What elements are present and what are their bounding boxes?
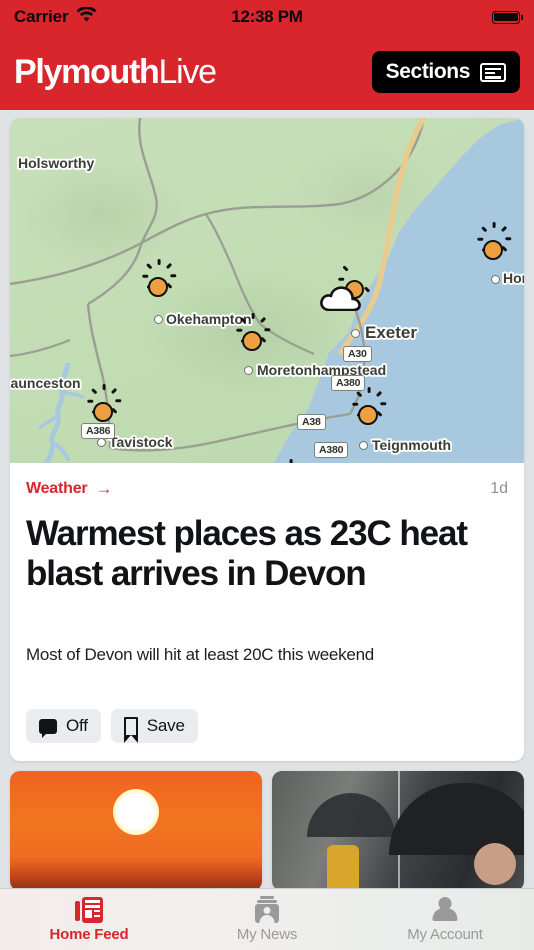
status-bar-right	[303, 10, 523, 24]
map-label-teignmouth: Teignmouth	[372, 437, 452, 453]
sections-menu-icon	[480, 62, 506, 82]
app-header: PlymouthLive Sections	[0, 34, 534, 110]
map-weather-sun-moretonhampstead	[235, 313, 271, 358]
article-headline[interactable]: Warmest places as 23C heat blast arrives…	[26, 514, 508, 593]
tab-home-feed-label: Home Feed	[49, 925, 129, 943]
bookmark-icon	[123, 717, 138, 744]
weather-map-image[interactable]: Holsworthy Okehampton Launceston Exeter …	[10, 118, 524, 463]
map-label-exeter: Exeter	[365, 323, 417, 342]
person-face-graphic	[474, 843, 516, 886]
yellow-coat-graphic	[327, 845, 360, 892]
article-actions: Off Save	[26, 709, 508, 761]
sections-button[interactable]: Sections	[371, 51, 520, 93]
article-meta-row: Weather → 1d	[26, 479, 508, 499]
home-feed-scroll[interactable]: Holsworthy Okehampton Launceston Exeter …	[0, 110, 534, 950]
person-icon	[432, 896, 458, 923]
tab-my-account[interactable]: My Account	[356, 889, 534, 950]
map-label-holsworthy: Holsworthy	[18, 155, 95, 171]
map-weather-sun-teignmouth	[351, 387, 387, 432]
map-label-moretonhampstead: Moretonhampstead	[257, 362, 387, 378]
tab-my-news[interactable]: My News	[178, 889, 356, 950]
map-label-tavistock: Tavistock	[109, 434, 173, 450]
carrier-label: Carrier	[14, 7, 69, 26]
news-card-icon	[252, 896, 282, 923]
rain-umbrellas-thumbnail[interactable]	[272, 771, 524, 892]
map-weather-sun-honiton	[476, 222, 512, 267]
brand-logo-primary: Plymouth	[14, 53, 160, 91]
umbrella-left-graphic	[307, 793, 396, 838]
article-summary: Most of Devon will hit at least 20C this…	[26, 645, 375, 665]
tab-home-feed[interactable]: Home Feed	[0, 889, 178, 950]
map-shield-a380-south: A380	[314, 442, 349, 459]
map-dot-exeter	[351, 329, 360, 338]
map-shield-a38-north: A38	[297, 414, 326, 431]
status-bar-clock: 12:38 PM	[231, 7, 303, 26]
comments-toggle-button[interactable]: Off	[26, 709, 101, 744]
article-category-label: Weather	[26, 480, 88, 497]
status-bar-left: Carrier	[14, 5, 231, 28]
map-label-launceston: Launceston	[10, 375, 81, 391]
map-weather-sun-okehampton	[141, 259, 177, 304]
article-body: Weather → 1d Warmest places as 23C heat …	[10, 463, 524, 761]
article-category-link[interactable]: Weather →	[26, 479, 112, 499]
map-weather-sun-cloud-exeter	[320, 265, 372, 313]
status-bar: Carrier 12:38 PM	[0, 0, 534, 34]
sections-button-label: Sections	[385, 60, 471, 83]
map-dot-tavistock	[97, 438, 106, 447]
bottom-tab-bar: Home Feed My News My Account	[0, 888, 534, 950]
sunset-thumbnail[interactable]	[10, 771, 262, 892]
map-dot-honiton	[491, 275, 500, 284]
brand-logo-secondary: Live	[158, 53, 217, 91]
comments-toggle-label: Off	[66, 716, 88, 736]
map-shield-a380-north: A380	[331, 375, 366, 392]
map-dot-okehampton	[154, 315, 163, 324]
arrow-right-icon: →	[95, 479, 113, 498]
save-article-button[interactable]: Save	[110, 709, 198, 744]
sun-disc-graphic	[113, 789, 159, 836]
map-weather-sun-tavistock	[86, 384, 122, 429]
comment-bubble-icon	[39, 718, 57, 738]
thumbnail-card-row	[10, 771, 524, 892]
map-label-honiton: Hon	[503, 270, 524, 286]
map-dot-moretonhampstead	[244, 366, 253, 375]
wifi-icon	[76, 5, 97, 28]
save-article-label: Save	[146, 716, 185, 736]
article-timestamp: 1d	[490, 480, 508, 497]
battery-full-icon	[492, 10, 523, 24]
newspaper-icon	[75, 896, 103, 923]
tab-my-news-label: My News	[236, 926, 298, 943]
map-shield-a30: A30	[343, 346, 372, 363]
brand-logo[interactable]: PlymouthLive	[14, 53, 217, 91]
map-dot-teignmouth	[359, 441, 368, 450]
article-card[interactable]: Holsworthy Okehampton Launceston Exeter …	[10, 118, 524, 762]
app-screen: Carrier 12:38 PM PlymouthLive Sections H…	[0, 0, 534, 950]
tab-my-account-label: My Account	[407, 926, 483, 943]
